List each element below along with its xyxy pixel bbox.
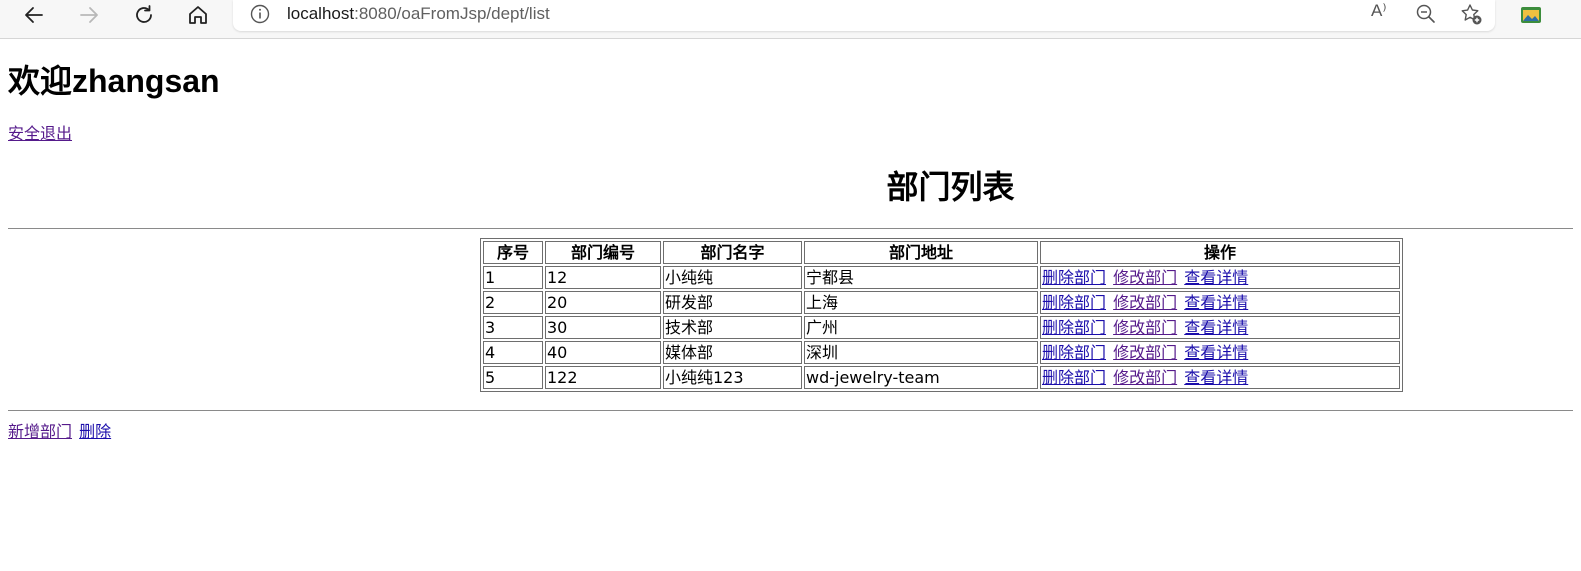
cell-seq: 4 <box>483 341 543 364</box>
cell-dname: 小纯纯123 <box>663 366 802 389</box>
add-dept-link[interactable]: 新增部门 <box>8 422 72 441</box>
site-info-icon[interactable] <box>249 3 271 25</box>
cell-actions: 删除部门 修改部门 查看详情 <box>1040 316 1400 339</box>
cell-seq: 2 <box>483 291 543 314</box>
column-header-loc: 部门地址 <box>804 241 1038 264</box>
delete-dept-link[interactable]: 删除部门 <box>1042 293 1106 312</box>
table-header-row: 序号 部门编号 部门名字 部门地址 操作 <box>483 241 1400 264</box>
cell-loc: 深圳 <box>804 341 1038 364</box>
cell-deptno: 20 <box>545 291 661 314</box>
view-detail-link[interactable]: 查看详情 <box>1184 343 1248 362</box>
dept-table: 序号 部门编号 部门名字 部门地址 操作 1 12 小纯纯 宁都县 删除部门 修… <box>480 238 1403 392</box>
cell-actions: 删除部门 修改部门 查看详情 <box>1040 291 1400 314</box>
delete-dept-link[interactable]: 删除部门 <box>1042 268 1106 287</box>
cell-dname: 小纯纯 <box>663 266 802 289</box>
cell-loc: 宁都县 <box>804 266 1038 289</box>
edit-dept-link[interactable]: 修改部门 <box>1113 368 1177 387</box>
cell-seq: 3 <box>483 316 543 339</box>
divider-top <box>8 228 1573 229</box>
cell-dname: 研发部 <box>663 291 802 314</box>
edit-dept-link[interactable]: 修改部门 <box>1113 343 1177 362</box>
edit-dept-link[interactable]: 修改部门 <box>1113 318 1177 337</box>
cell-deptno: 12 <box>545 266 661 289</box>
url-text[interactable]: localhost:8080/oaFromJsp/dept/list <box>287 3 550 25</box>
logout-link[interactable]: 安全退出 <box>8 124 72 144</box>
cell-loc: 上海 <box>804 291 1038 314</box>
table-row: 5 122 小纯纯123 wd-jewelry-team 删除部门 修改部门 查… <box>483 366 1400 389</box>
view-detail-link[interactable]: 查看详情 <box>1184 268 1248 287</box>
column-header-dname: 部门名字 <box>663 241 802 264</box>
delete-dept-link[interactable]: 删除部门 <box>1042 318 1106 337</box>
zoom-out-icon[interactable] <box>1415 3 1437 25</box>
delete-dept-link[interactable]: 删除部门 <box>1042 368 1106 387</box>
cell-actions: 删除部门 修改部门 查看详情 <box>1040 366 1400 389</box>
add-favorite-icon[interactable] <box>1459 2 1483 26</box>
forward-arrow-icon[interactable] <box>75 1 103 29</box>
cell-actions: 删除部门 修改部门 查看详情 <box>1040 266 1400 289</box>
view-detail-link[interactable]: 查看详情 <box>1184 368 1248 387</box>
cell-actions: 删除部门 修改部门 查看详情 <box>1040 341 1400 364</box>
cell-deptno: 40 <box>545 341 661 364</box>
table-row: 1 12 小纯纯 宁都县 删除部门 修改部门 查看详情 <box>483 266 1400 289</box>
view-detail-link[interactable]: 查看详情 <box>1184 318 1248 337</box>
cell-seq: 5 <box>483 366 543 389</box>
read-aloud-icon[interactable]: A⁾ <box>1371 1 1387 21</box>
address-bar[interactable]: localhost:8080/oaFromJsp/dept/list A⁾ <box>233 0 1495 31</box>
footer-actions: 新增部门 删除 <box>8 422 113 442</box>
page-title: 部门列表 <box>886 169 1015 205</box>
column-header-deptno: 部门编号 <box>545 241 661 264</box>
divider-bottom <box>8 410 1573 411</box>
delete-link[interactable]: 删除 <box>79 422 111 441</box>
home-icon[interactable] <box>184 1 212 29</box>
browser-toolbar: localhost:8080/oaFromJsp/dept/list A⁾ <box>0 0 1581 39</box>
column-header-actions: 操作 <box>1040 241 1400 264</box>
cell-loc: 广州 <box>804 316 1038 339</box>
table-row: 4 40 媒体部 深圳 删除部门 修改部门 查看详情 <box>483 341 1400 364</box>
edit-dept-link[interactable]: 修改部门 <box>1113 268 1177 287</box>
table-row: 2 20 研发部 上海 删除部门 修改部门 查看详情 <box>483 291 1400 314</box>
cell-seq: 1 <box>483 266 543 289</box>
cell-loc: wd-jewelry-team <box>804 366 1038 389</box>
back-arrow-icon[interactable] <box>20 1 48 29</box>
view-detail-link[interactable]: 查看详情 <box>1184 293 1248 312</box>
column-header-seq: 序号 <box>483 241 543 264</box>
refresh-icon[interactable] <box>130 1 158 29</box>
cell-dname: 技术部 <box>663 316 802 339</box>
cell-deptno: 30 <box>545 316 661 339</box>
edit-dept-link[interactable]: 修改部门 <box>1113 293 1177 312</box>
delete-dept-link[interactable]: 删除部门 <box>1042 343 1106 362</box>
cell-dname: 媒体部 <box>663 341 802 364</box>
table-row: 3 30 技术部 广州 删除部门 修改部门 查看详情 <box>483 316 1400 339</box>
collections-icon[interactable] <box>1519 4 1543 26</box>
cell-deptno: 122 <box>545 366 661 389</box>
welcome-heading: 欢迎zhangsan <box>8 63 220 99</box>
